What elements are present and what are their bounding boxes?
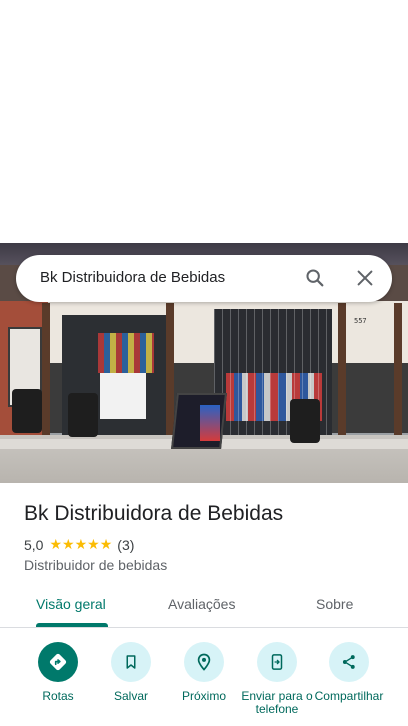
photo-pillar bbox=[394, 303, 402, 443]
save-label: Salvar bbox=[113, 689, 148, 703]
directions-button[interactable]: Rotas bbox=[18, 642, 98, 703]
send-to-phone-button[interactable]: Enviar para o telefone bbox=[237, 642, 317, 716]
photo-address-number: 557 bbox=[354, 317, 367, 325]
photo-pillar bbox=[42, 303, 50, 443]
photo-barrel bbox=[68, 393, 98, 437]
star-icon: ★ bbox=[74, 537, 88, 553]
place-category: Distribuidor de bebidas bbox=[24, 557, 168, 573]
rating-value: 5,0 bbox=[24, 537, 44, 553]
search-icon[interactable] bbox=[304, 267, 326, 289]
review-count[interactable]: (3) bbox=[117, 537, 134, 553]
star-rating: ★ ★ ★ ★ ★ bbox=[49, 538, 112, 552]
rating-row[interactable]: 5,0 ★ ★ ★ ★ ★ (3) bbox=[24, 537, 134, 553]
search-input[interactable]: Bk Distribuidora de Bebidas bbox=[40, 269, 225, 286]
photo-counter bbox=[100, 373, 146, 419]
share-icon bbox=[329, 642, 369, 682]
nearby-label: Próximo bbox=[181, 689, 226, 703]
photo-shelf bbox=[98, 333, 154, 373]
photo-barrel bbox=[12, 389, 42, 433]
star-icon: ★ bbox=[87, 537, 100, 553]
directions-icon bbox=[38, 642, 78, 682]
map-blank-area bbox=[0, 0, 408, 243]
tab-reviews[interactable]: Avaliações bbox=[168, 596, 235, 612]
active-tab-indicator bbox=[36, 623, 108, 627]
nearby-icon bbox=[184, 642, 224, 682]
nearby-button[interactable]: Próximo bbox=[164, 642, 244, 703]
place-title: Bk Distribuidora de Bebidas bbox=[24, 502, 284, 525]
close-icon[interactable] bbox=[354, 267, 376, 289]
photo-barrel bbox=[290, 399, 320, 443]
photo-pillar bbox=[338, 303, 346, 443]
tab-about[interactable]: Sobre bbox=[316, 596, 353, 612]
place-tabs: Visão geral Avaliações Sobre bbox=[0, 586, 408, 628]
tab-overview[interactable]: Visão geral bbox=[36, 596, 106, 612]
search-bar[interactable]: Bk Distribuidora de Bebidas bbox=[16, 255, 392, 302]
share-button[interactable]: Compartilhar bbox=[309, 642, 389, 703]
star-icon: ★ bbox=[99, 537, 113, 553]
star-icon: ★ bbox=[62, 537, 75, 553]
star-icon: ★ bbox=[49, 537, 63, 553]
photo-sign-graphic bbox=[200, 405, 220, 441]
bookmark-icon bbox=[111, 642, 151, 682]
save-button[interactable]: Salvar bbox=[91, 642, 171, 703]
directions-label: Rotas bbox=[42, 689, 74, 703]
send-to-phone-icon bbox=[257, 642, 297, 682]
share-label: Compartilhar bbox=[314, 689, 384, 703]
send-to-phone-label: Enviar para o telefone bbox=[241, 689, 313, 716]
